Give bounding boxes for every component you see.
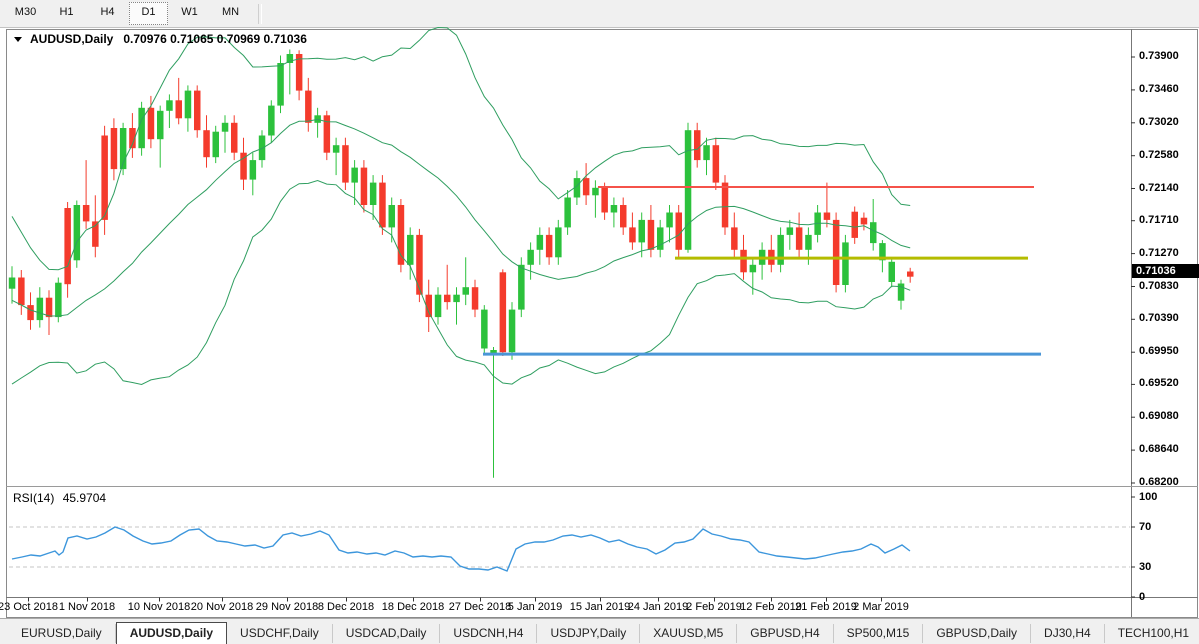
symbol-dropdown-icon[interactable] bbox=[14, 37, 22, 42]
chart-tab-gbpusd-daily[interactable]: GBPUSD,Daily bbox=[923, 624, 1031, 643]
chart-title-ohlc: 0.70976 0.71065 0.70969 0.71036 bbox=[123, 32, 307, 46]
chart-title: AUDUSD,Daily 0.70976 0.71065 0.70969 0.7… bbox=[14, 32, 307, 46]
chart-tab-sp500-m15[interactable]: SP500,M15 bbox=[834, 624, 924, 643]
date-axis-label: 29 Nov 2018 bbox=[256, 601, 318, 613]
chart-tab-dj30-h4[interactable]: DJ30,H4 bbox=[1031, 624, 1105, 643]
timeframe-button-group: M30H1H4D1W1MN bbox=[5, 2, 251, 25]
toolbar-separator bbox=[258, 4, 262, 24]
price-axis-label: 0.71710 bbox=[1139, 214, 1179, 227]
price-axis-label: 0.70830 bbox=[1139, 280, 1179, 293]
chart-tab-usdchf-daily[interactable]: USDCHF,Daily bbox=[227, 624, 333, 643]
date-axis-label: 2 Mar 2019 bbox=[853, 601, 909, 613]
rsi-label-name: RSI(14) bbox=[13, 491, 54, 505]
price-axis-label: 0.72140 bbox=[1139, 182, 1179, 195]
date-axis-label: 20 Nov 2018 bbox=[191, 601, 253, 613]
price-axis-label: 0.72580 bbox=[1139, 149, 1179, 162]
timeframe-button-w1[interactable]: W1 bbox=[170, 2, 209, 25]
timeframe-button-d1[interactable]: D1 bbox=[129, 2, 168, 25]
price-axis-label: 0.70390 bbox=[1139, 312, 1179, 325]
date-axis-label: 23 Oct 2018 bbox=[0, 601, 58, 613]
timeframe-toolbar: M30H1H4D1W1MN bbox=[0, 0, 1199, 28]
price-axis-label: 0.73900 bbox=[1139, 50, 1179, 63]
price-axis-label: 0.68640 bbox=[1139, 443, 1179, 456]
date-axis-label: 8 Dec 2018 bbox=[318, 601, 374, 613]
date-axis-label: 24 Jan 2019 bbox=[628, 601, 689, 613]
date-axis-label: 10 Nov 2018 bbox=[128, 601, 190, 613]
date-axis-label: 18 Dec 2018 bbox=[382, 601, 444, 613]
chart-tab-audusd-daily[interactable]: AUDUSD,Daily bbox=[116, 622, 227, 644]
chart-tab-xauusd-m5[interactable]: XAUUSD,M5 bbox=[640, 624, 737, 643]
timeframe-button-h4[interactable]: H4 bbox=[88, 2, 127, 25]
timeframe-button-h1[interactable]: H1 bbox=[47, 2, 86, 25]
current-price-badge: 0.71036 bbox=[1132, 264, 1199, 278]
price-axis-label: 0.69520 bbox=[1139, 377, 1179, 390]
price-axis-label: 0.73020 bbox=[1139, 116, 1179, 129]
rsi-axis-label: 30 bbox=[1139, 561, 1151, 574]
price-axis-label: 0.69080 bbox=[1139, 410, 1179, 423]
date-axis-label: 2 Feb 2019 bbox=[686, 601, 742, 613]
price-axis-label: 0.68200 bbox=[1139, 476, 1179, 489]
date-axis-label: 27 Dec 2018 bbox=[449, 601, 511, 613]
price-axis-label: 0.69950 bbox=[1139, 345, 1179, 358]
date-axis-label: 12 Feb 2019 bbox=[740, 601, 802, 613]
timeframe-button-m30[interactable]: M30 bbox=[6, 2, 45, 25]
timeframe-button-mn[interactable]: MN bbox=[211, 2, 250, 25]
chart-tab-usdjpy-daily[interactable]: USDJPY,Daily bbox=[537, 624, 640, 643]
date-axis-label: 15 Jan 2019 bbox=[570, 601, 631, 613]
rsi-indicator-label: RSI(14) 45.9704 bbox=[13, 491, 106, 505]
chart-title-symbol: AUDUSD,Daily bbox=[30, 32, 113, 46]
rsi-label-value: 45.9704 bbox=[63, 491, 106, 505]
chart-tab-usdcad-daily[interactable]: USDCAD,Daily bbox=[333, 624, 441, 643]
chart-window[interactable] bbox=[6, 29, 1198, 618]
chart-tab-gbpusd-h4[interactable]: GBPUSD,H4 bbox=[737, 624, 833, 643]
chart-tab-usdcnh-h4[interactable]: USDCNH,H4 bbox=[440, 624, 537, 643]
rsi-axis-label: 0 bbox=[1139, 591, 1145, 604]
chart-tab-eurusd-daily[interactable]: EURUSD,Daily bbox=[8, 624, 116, 643]
price-axis-label: 0.71270 bbox=[1139, 247, 1179, 260]
rsi-axis-label: 70 bbox=[1139, 521, 1151, 534]
rsi-axis-label: 100 bbox=[1139, 491, 1157, 504]
price-axis-label: 0.73460 bbox=[1139, 83, 1179, 96]
chart-tabs: EURUSD,DailyAUDUSD,DailyUSDCHF,DailyUSDC… bbox=[8, 622, 1199, 644]
date-axis-label: 5 Jan 2019 bbox=[508, 601, 562, 613]
chart-tab-tech100-h1[interactable]: TECH100,H1 bbox=[1105, 624, 1199, 643]
date-axis-label: 21 Feb 2019 bbox=[795, 601, 857, 613]
date-axis-label: 1 Nov 2018 bbox=[59, 601, 115, 613]
chart-tab-bar: EURUSD,DailyAUDUSD,DailyUSDCHF,DailyUSDC… bbox=[0, 618, 1199, 644]
